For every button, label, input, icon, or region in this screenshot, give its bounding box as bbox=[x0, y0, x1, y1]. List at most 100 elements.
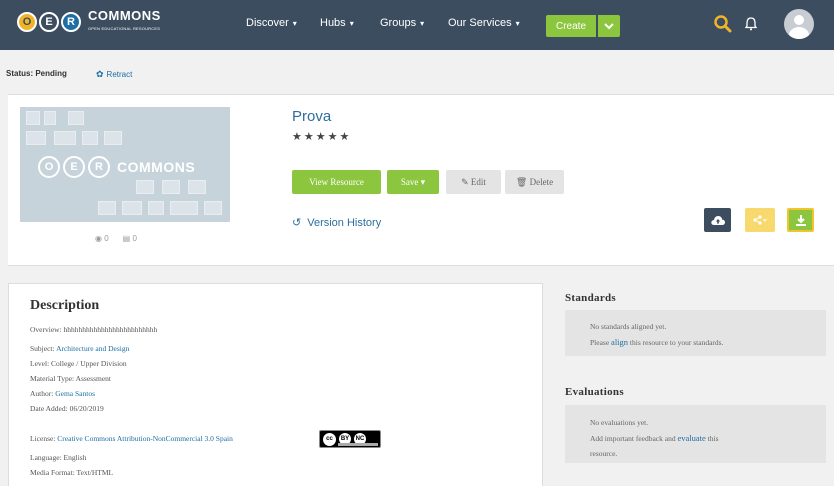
thumbnail-tile bbox=[104, 131, 122, 145]
level-value: College / Upper Division bbox=[51, 359, 127, 368]
chevron-down-icon: ▾ bbox=[349, 19, 354, 28]
thumbnail-tile bbox=[122, 201, 142, 215]
cc-license-badge[interactable]: cc BY NC bbox=[319, 430, 381, 448]
view-resource-button[interactable]: View Resource bbox=[292, 170, 381, 194]
cc-icon: cc bbox=[323, 432, 336, 446]
resource-stats: ◉ 0 ▤ 0 bbox=[95, 234, 137, 243]
share-button[interactable] bbox=[745, 208, 775, 232]
chevron-down-icon: ▾ bbox=[292, 19, 297, 28]
evaluate-link[interactable]: evaluate bbox=[677, 433, 705, 443]
cc-badge-strip bbox=[338, 443, 378, 446]
thumbnail-tile bbox=[170, 201, 198, 215]
delete-label: Delete bbox=[529, 177, 554, 187]
thumbnail-tile bbox=[188, 180, 206, 194]
standards-heading: Standards bbox=[565, 292, 616, 304]
share-icon bbox=[753, 215, 767, 225]
download-icon bbox=[795, 215, 806, 226]
nav-our-services-label: Our Services bbox=[448, 17, 512, 29]
overview-label: Overview: bbox=[30, 325, 62, 334]
nav-our-services[interactable]: Our Services ▾ bbox=[448, 17, 520, 29]
align-link[interactable]: align bbox=[611, 337, 628, 347]
pencil-icon: ✎ bbox=[461, 176, 469, 187]
date-added-label: Date Added: bbox=[30, 404, 68, 413]
delete-button[interactable]: 🗑 Delete bbox=[505, 170, 564, 194]
bell-icon[interactable] bbox=[742, 15, 760, 33]
search-icon[interactable] bbox=[712, 13, 734, 35]
thumbnail-tile bbox=[204, 201, 222, 215]
edit-label: Edit bbox=[470, 177, 486, 187]
thumbnail-logo-letter-o: O bbox=[38, 156, 60, 178]
subject-row: Subject: Architecture and Design bbox=[30, 344, 129, 353]
thumbnail-tile bbox=[68, 111, 84, 125]
author-row: Author: Gema Santos bbox=[30, 389, 95, 398]
license-label: License: bbox=[30, 434, 56, 443]
resource-thumbnail[interactable]: O E R COMMONS bbox=[20, 107, 230, 222]
retract-link[interactable]: ✿ Retract bbox=[96, 69, 132, 80]
thumbnail-tile bbox=[26, 111, 40, 125]
date-added-row: Date Added: 06/20/2019 bbox=[30, 404, 104, 413]
logo-subtitle: OPEN EDUCATIONAL RESOURCES bbox=[88, 26, 161, 31]
nav-discover-label: Discover bbox=[246, 17, 289, 29]
download-button[interactable] bbox=[787, 208, 814, 232]
subject-label: Subject: bbox=[30, 344, 55, 353]
standards-align-pre: Please bbox=[590, 338, 610, 347]
user-avatar[interactable] bbox=[784, 9, 814, 39]
save-label: Save bbox=[400, 177, 419, 187]
folder-icon: ▤ bbox=[122, 234, 131, 243]
resource-title: Prova bbox=[292, 108, 332, 125]
overview-row: Overview: hhhhhhhhhhhhhhhhhhhhhhhhh bbox=[30, 325, 157, 334]
chevron-down-icon bbox=[604, 23, 614, 30]
media-format-label: Media Format: bbox=[30, 468, 75, 477]
media-format-row: Media Format: Text/HTML bbox=[30, 468, 113, 477]
license-link[interactable]: Creative Commons Attribution-NonCommerci… bbox=[57, 434, 233, 443]
trash-icon: 🗑 bbox=[515, 176, 528, 187]
subject-link[interactable]: Architecture and Design bbox=[56, 344, 129, 353]
thumbnail-logo-letter-e: E bbox=[63, 156, 85, 178]
evaluations-feedback-post: this bbox=[707, 434, 719, 443]
thumbnail-tile bbox=[26, 131, 46, 145]
create-button[interactable]: Create bbox=[546, 15, 596, 37]
nav-groups[interactable]: Groups ▾ bbox=[380, 17, 424, 29]
level-row: Level: College / Upper Division bbox=[30, 359, 127, 368]
evaluations-empty-text: No evaluations yet. bbox=[590, 418, 649, 427]
rating-stars[interactable]: ★★★★★ bbox=[292, 130, 351, 143]
language-value: English bbox=[63, 453, 87, 462]
logo-letter-r: R bbox=[61, 12, 81, 32]
standards-align-post: this resource to your standards. bbox=[629, 338, 724, 347]
material-type-value: Assessment bbox=[75, 374, 112, 383]
thumbnail-tile bbox=[148, 201, 164, 215]
overview-value: hhhhhhhhhhhhhhhhhhhhhhhhh bbox=[63, 325, 158, 334]
status-label: Status: Pending bbox=[6, 69, 67, 78]
oer-commons-logo[interactable]: O E R COMMONS OPEN EDUCATIONAL RESOURCES bbox=[17, 9, 161, 34]
chevron-down-icon: ▾ bbox=[515, 19, 520, 28]
author-link[interactable]: Gema Santos bbox=[55, 389, 95, 398]
description-heading: Description bbox=[30, 298, 100, 313]
top-nav: O E R COMMONS OPEN EDUCATIONAL RESOURCES… bbox=[0, 0, 834, 50]
thumbnail-logo-letter-r: R bbox=[88, 156, 110, 178]
license-row: License: Creative Commons Attribution-No… bbox=[30, 434, 233, 443]
views-count: 0 bbox=[104, 234, 109, 243]
logo-letter-e: E bbox=[39, 12, 59, 32]
nav-hubs[interactable]: Hubs ▾ bbox=[320, 17, 354, 29]
eye-icon: ◉ bbox=[95, 234, 102, 243]
create-dropdown-button[interactable] bbox=[598, 15, 620, 37]
thumbnail-tile bbox=[136, 180, 154, 194]
thumbnail-tile bbox=[98, 201, 116, 215]
views-stat: ◉ 0 bbox=[95, 234, 109, 243]
nav-discover[interactable]: Discover ▾ bbox=[246, 17, 297, 29]
logo-letter-o: O bbox=[17, 12, 37, 32]
level-label: Level: bbox=[30, 359, 50, 368]
saves-stat: ▤ 0 bbox=[123, 234, 137, 243]
nav-groups-label: Groups bbox=[380, 17, 417, 29]
material-type-row: Material Type: Assessment bbox=[30, 374, 111, 383]
edit-button[interactable]: ✎ Edit bbox=[446, 170, 501, 194]
save-button[interactable]: Save ▾ bbox=[387, 170, 439, 194]
logo-text: COMMONS OPEN EDUCATIONAL RESOURCES bbox=[88, 9, 161, 34]
standards-align-text: Please align this resource to your stand… bbox=[590, 337, 723, 347]
language-row: Language: English bbox=[30, 453, 86, 462]
media-format-value: Text/HTML bbox=[76, 468, 114, 477]
saves-count: 0 bbox=[132, 234, 137, 243]
cloud-upload-button[interactable] bbox=[704, 208, 731, 232]
language-label: Language: bbox=[30, 453, 62, 462]
version-history-link[interactable]: ↺ Version History bbox=[292, 216, 381, 230]
